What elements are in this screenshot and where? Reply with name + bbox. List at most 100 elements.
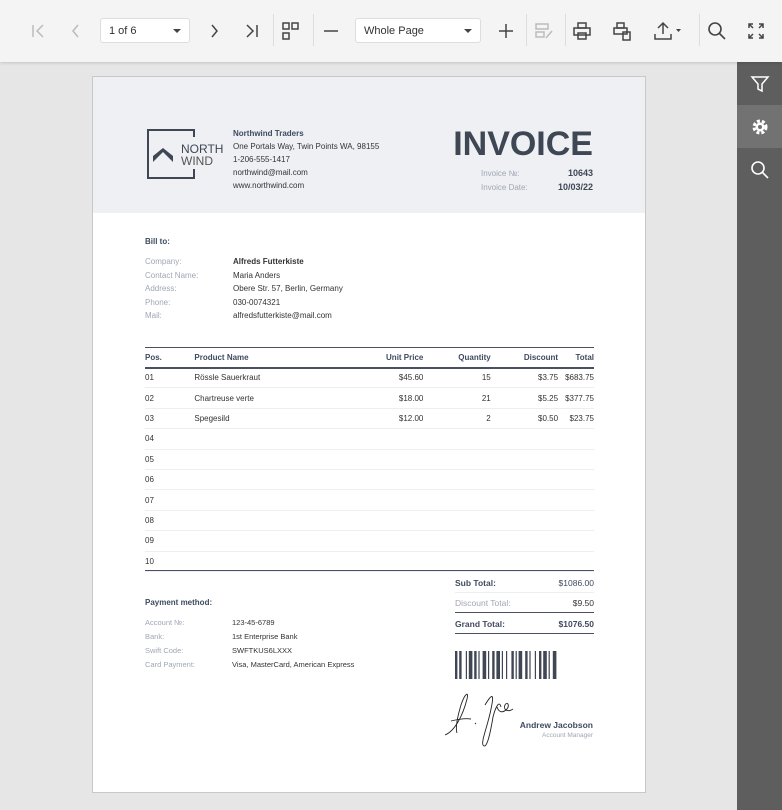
barcode-bar <box>529 651 531 679</box>
next-page-button[interactable] <box>199 16 229 46</box>
table-cell <box>490 489 559 511</box>
barcode-bar <box>506 651 508 679</box>
column-header: Pos. <box>145 347 195 369</box>
fullscreen-icon <box>748 23 764 39</box>
line-items-table: Pos. Product Name Unit Price Quantity Discou… <box>145 347 594 572</box>
zoom-out-button[interactable] <box>316 16 346 46</box>
table-cell <box>558 551 594 572</box>
column-header: Unit Price <box>347 347 424 369</box>
field-label: Contact Name: <box>145 270 199 280</box>
table-cell <box>194 530 348 552</box>
company-name: Northwind Traders <box>233 129 304 138</box>
field-label: Account №: <box>145 618 185 627</box>
parameters-tab[interactable] <box>737 105 782 148</box>
last-page-icon <box>246 24 258 38</box>
first-page-icon <box>32 24 44 38</box>
chevron-left-icon <box>72 24 79 38</box>
field-label: Bank: <box>145 632 165 641</box>
table-cell <box>423 530 491 552</box>
first-page-button[interactable] <box>23 16 53 46</box>
grand-total-row: Grand Total: $1076.50 <box>455 614 594 634</box>
table-cell: 08 <box>145 510 195 532</box>
signer-name: Andrew Jacobson <box>519 720 593 730</box>
table-row: 07 <box>145 489 594 511</box>
plus-icon <box>499 24 513 38</box>
company-value: Alfreds Futterkiste <box>233 257 304 266</box>
editing-fields-button[interactable] <box>529 16 559 46</box>
discount-total-label: Discount Total: <box>455 597 511 608</box>
barcode-bar <box>518 651 523 679</box>
account-value: 123-45-6789 <box>232 618 275 627</box>
table-cell: 2 <box>423 408 491 430</box>
barcode-bar <box>482 651 487 679</box>
table-row: 06 <box>145 469 594 491</box>
table-cell: 05 <box>145 449 195 470</box>
chevron-up-icon <box>153 148 173 162</box>
print-page-icon <box>613 22 631 41</box>
multipage-icon <box>282 22 299 40</box>
contact-value: Maria Anders <box>233 270 281 280</box>
table-row: 04 <box>145 428 594 450</box>
filter-tab[interactable] <box>737 62 782 105</box>
table-cell <box>558 469 594 491</box>
export-button[interactable] <box>648 16 686 46</box>
multipage-button[interactable] <box>276 16 306 46</box>
barcode-bar <box>496 651 500 679</box>
card-value: Visa, MasterCard, American Express <box>232 660 355 669</box>
zoom-selector[interactable]: Whole Page <box>355 18 481 43</box>
table-cell <box>490 469 559 491</box>
invoice-page: NORTH WIND Northwind Traders One Portals… <box>92 76 646 793</box>
company-info: Northwind Traders One Portals Way, Twin … <box>233 127 379 192</box>
invoice-date: 10/03/22 <box>557 182 593 192</box>
table-cell <box>423 449 491 470</box>
table-cell: 02 <box>145 387 195 409</box>
previous-page-button[interactable] <box>61 16 91 46</box>
address-value: Obere Str. 57, Berlin, Germany <box>233 284 343 293</box>
last-page-button[interactable] <box>237 16 267 46</box>
table-cell: 10 <box>145 551 195 572</box>
company-phone: 1-206-555-1417 <box>233 155 290 164</box>
page-selector-value: 1 of 6 <box>109 25 137 37</box>
table-cell: 09 <box>145 530 195 552</box>
search-button[interactable] <box>702 16 732 46</box>
table-cell <box>347 510 424 532</box>
column-header: Product Name <box>194 347 348 369</box>
table-row: 10 <box>145 551 594 572</box>
table-cell <box>194 489 348 511</box>
barcode-bar <box>474 651 477 679</box>
table-cell <box>194 428 348 450</box>
print-button[interactable] <box>567 16 597 46</box>
table-cell <box>347 530 424 552</box>
table-cell: $45.60 <box>347 367 424 389</box>
fullscreen-button[interactable] <box>741 16 771 46</box>
invoice-title: INVOICE <box>453 125 593 163</box>
mail-value: alfredsfutterkiste@mail.com <box>233 311 332 320</box>
barcode-bar <box>492 651 495 679</box>
search-icon <box>708 22 726 40</box>
column-header: Total <box>558 347 594 369</box>
table-cell <box>347 449 424 470</box>
barcode <box>455 651 557 679</box>
table-cell: $0.50 <box>490 408 559 430</box>
table-cell <box>194 469 348 491</box>
table-cell: 01 <box>145 367 195 389</box>
table-cell <box>347 489 424 511</box>
barcode-bar <box>478 651 480 679</box>
table-row: 08 <box>145 510 594 532</box>
table-cell <box>490 551 559 572</box>
table-cell: 06 <box>145 469 195 491</box>
table-cell <box>423 469 491 491</box>
phone-value: 030-0074321 <box>233 297 281 307</box>
table-cell <box>558 489 594 511</box>
page-selector[interactable]: 1 of 6 <box>100 18 190 43</box>
caret-down-icon <box>173 29 181 33</box>
barcode-bar <box>525 651 528 679</box>
zoom-in-button[interactable] <box>491 16 521 46</box>
table-cell: 21 <box>423 387 491 409</box>
zoom-selector-value: Whole Page <box>364 25 424 37</box>
search-tab[interactable] <box>737 148 782 191</box>
table-row: 01 Rössle Sauerkraut $45.60 15 $3.75 $683.75 <box>145 367 594 389</box>
sub-total-label: Sub Total: <box>455 577 496 588</box>
company-email: northwind@mail.com <box>233 168 308 177</box>
print-page-button[interactable] <box>607 16 637 46</box>
